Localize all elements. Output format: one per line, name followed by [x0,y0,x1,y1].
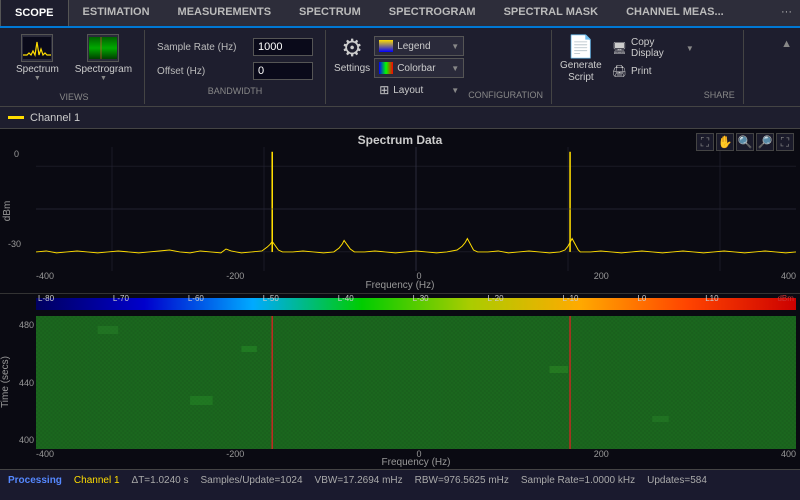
spectrogram-ylabel: Time (secs) [0,356,11,408]
offset-input[interactable] [253,62,313,80]
cb-label-1: L-70 [113,294,129,303]
spectrum-grid [36,147,796,271]
spectrum-xlabel: Frequency (Hz) [0,280,800,291]
colorbar-button[interactable]: Colorbar ▼ [374,58,464,78]
tab-spectral-mask[interactable]: SPECTRAL MASK [490,0,613,26]
spectrogram-chevron: ▼ [100,75,107,82]
sample-rate-row: Sample Rate (Hz) [157,38,313,56]
spectrogram-canvas [36,316,796,449]
ribbon: Spectrum ▼ [0,28,800,107]
copy-display-button[interactable]: 🖥 Copy Display ▼ [608,38,698,58]
spectrum-ylabel: dBm [2,201,13,222]
spectrogram-view-button[interactable]: Spectrogram ▼ [69,32,138,90]
status-sample-rate: Sample Rate=1.0000 kHz [521,475,635,486]
status-channel: Channel 1 [74,475,120,486]
spectrogram-xlabel: Frequency (Hz) [36,457,796,468]
legend-label: Legend [397,41,430,52]
generate-script-label: GenerateScript [560,60,602,84]
sample-rate-input[interactable] [253,38,313,56]
status-processing: Processing [8,475,62,486]
legend-chevron: ▼ [451,42,459,51]
status-samples: Samples/Update=1024 [201,475,303,486]
colorbar-chevron: ▼ [451,64,459,73]
spectrum-view-label: Spectrum [16,64,59,75]
layout-icon: ⊞ [379,83,389,97]
config-group-label: CONFIGURATION [468,90,543,100]
spectrum-view-button[interactable]: Spectrum ▼ [10,32,65,90]
cb-label-8: L0 [637,294,646,303]
spectrogram-icon [87,34,119,62]
spec-ytick-1: 440 [19,378,34,388]
spectrogram-colorbar: L-80 L-70 L-60 L-50 L-40 L-30 L-20 L-10 … [36,294,796,316]
cb-label-unit: dBm [777,294,793,303]
script-icon: 📄 [567,34,594,60]
pan-icon[interactable]: ✋ [716,133,734,151]
legend-color-swatch [379,40,393,52]
cb-label-6: L-20 [488,294,504,303]
colorbar-tick-labels: L-80 L-70 L-60 L-50 L-40 L-30 L-20 L-10 … [36,294,796,303]
spectrogram-view-label: Spectrogram [75,64,132,75]
spectrum-title: Spectrum Data [0,133,800,147]
cb-label-0: L-80 [38,294,54,303]
tab-spectrum[interactable]: SPECTRUM [285,0,375,26]
cb-label-2: L-60 [188,294,204,303]
gear-icon: ⚙ [341,34,363,63]
spectrum-icon [21,34,53,62]
print-button[interactable]: 🖨 Print [608,61,698,81]
tab-overflow-button[interactable]: ··· [773,0,800,26]
colorbar-label: Colorbar [397,63,435,74]
fit-icon[interactable]: ⛶ [696,133,714,151]
status-delta-t: ΔT=1.0240 s [132,475,189,486]
tab-bar: SCOPE ESTIMATION MEASUREMENTS SPECTRUM S… [0,0,800,28]
channel-bar: Channel 1 [0,107,800,129]
spectrogram-plot: L-80 L-70 L-60 L-50 L-40 L-30 L-20 L-10 … [0,294,800,469]
spectrum-ytick-0: 0 [14,149,19,159]
zoom-out-icon[interactable]: 🔎 [756,133,774,151]
copy-icon: 🖥 [612,41,627,55]
settings-label: Settings [334,63,370,74]
channel-name-label: Channel 1 [30,112,80,124]
status-bar: Processing Channel 1 ΔT=1.0240 s Samples… [0,469,800,491]
offset-label: Offset (Hz) [157,66,247,77]
layout-label: Layout [393,85,423,96]
sample-rate-label: Sample Rate (Hz) [157,42,247,53]
cb-label-3: L-50 [263,294,279,303]
legend-button[interactable]: Legend ▼ [374,36,464,56]
colorbar-swatch [379,62,393,74]
spec-ytick-0: 480 [19,320,34,330]
bandwidth-group-label: BANDWIDTH [157,86,313,96]
copy-chevron: ▼ [686,44,694,53]
print-label: Print [631,66,652,77]
print-icon: 🖨 [612,64,627,78]
tab-estimation[interactable]: ESTIMATION [69,0,164,26]
zoom-in-icon[interactable]: 🔍 [736,133,754,151]
spectrum-toolbar: ⛶ ✋ 🔍 🔎 ⛶ [696,133,794,151]
share-group-label: SHARE [704,90,735,100]
status-updates: Updates=584 [647,475,707,486]
ribbon-collapse-button[interactable]: ▲ [777,34,796,54]
copy-display-label: Copy Display [631,37,682,59]
settings-button[interactable]: ⚙ Settings [334,34,370,74]
generate-script-button[interactable]: 📄 GenerateScript [560,34,602,84]
spec-ytick-2: 400 [19,435,34,445]
spectrum-plot: Spectrum Data dBm 0 -30 -400 -200 0 200 … [0,129,800,294]
spectrum-chevron: ▼ [34,75,41,82]
tab-channel-meas[interactable]: CHANNEL MEAS... [612,0,738,26]
views-group-label: VIEWS [10,92,138,102]
tab-spectrogram[interactable]: SPECTROGRAM [375,0,490,26]
cb-label-5: L-30 [413,294,429,303]
fullscreen-icon[interactable]: ⛶ [776,133,794,151]
cb-label-7: L-10 [562,294,578,303]
tab-measurements[interactable]: MEASUREMENTS [164,0,286,26]
status-rbw: RBW=976.5625 mHz [415,475,509,486]
spectrum-ytick-1: -30 [8,239,21,249]
tab-scope[interactable]: SCOPE [0,0,69,26]
channel-color-indicator [8,116,24,119]
layout-chevron: ▼ [451,86,459,95]
cb-label-4: L-40 [338,294,354,303]
offset-row: Offset (Hz) [157,62,313,80]
cb-label-9: L10 [705,294,718,303]
status-vbw: VBW=17.2694 mHz [315,475,403,486]
layout-button[interactable]: ⊞ Layout ▼ [374,80,464,100]
